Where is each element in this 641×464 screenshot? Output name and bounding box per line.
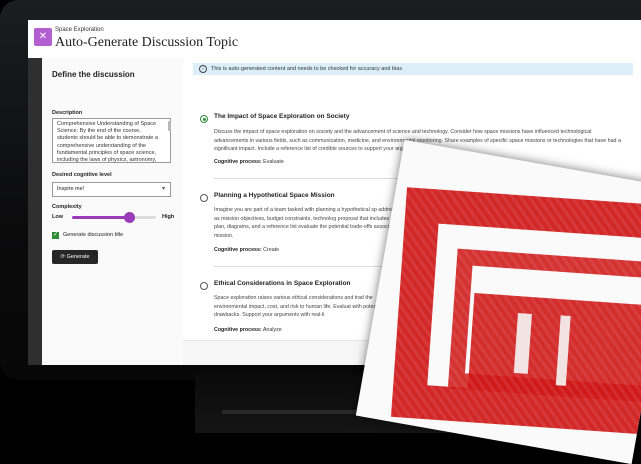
option-process-3: Cognitive process: Analyze [214, 327, 282, 333]
description-textarea[interactable]: Comprehensive Understanding of Space Sci… [52, 118, 171, 163]
stamp-photo-overlay [355, 139, 641, 464]
generate-title-checkbox[interactable]: ✓ [52, 232, 59, 239]
option-body-3: Space exploration raises various ethical… [214, 295, 384, 318]
info-icon: i [199, 64, 207, 73]
option-radio-2[interactable] [200, 194, 208, 202]
close-icon[interactable]: ✕ [34, 28, 52, 46]
refresh-icon: ⟳ [60, 254, 66, 260]
option-title-1: The Impact of Space Exploration on Socie… [214, 113, 350, 120]
background-panel [28, 58, 42, 365]
stamp-texture [355, 139, 641, 464]
cognitive-level-select[interactable]: Inspire me! ▾ [52, 182, 171, 197]
panel-heading: Define the discussion [52, 70, 135, 79]
complexity-high-label: High [162, 214, 175, 220]
generate-title-label: Generate discussion title [63, 232, 124, 238]
complexity-low-label: Low [52, 214, 63, 220]
cognitive-level-label: Desired cognitive level [52, 172, 112, 178]
option-radio-3[interactable] [200, 282, 208, 290]
slider-thumb[interactable] [124, 212, 136, 223]
option-radio-1[interactable] [200, 115, 208, 123]
notice-text: This is auto-generated content and needs… [211, 66, 403, 72]
complexity-label: Complexity [52, 204, 82, 210]
option-process-2: Cognitive process: Create [214, 247, 280, 253]
option-process-1: Cognitive process: Evaluate [214, 159, 284, 165]
slider-fill [72, 216, 130, 219]
page-title: Auto-Generate Discussion Topic [55, 35, 239, 50]
stand-highlight [221, 410, 373, 414]
cognitive-level-value: Inspire me! [57, 186, 85, 192]
define-panel: Define the discussion Description Compre… [42, 58, 184, 365]
description-label: Description [52, 110, 83, 116]
ai-notice: i This is auto-generated content and need… [193, 63, 633, 75]
option-title-2: Planning a Hypothetical Space Mission [214, 192, 335, 199]
complexity-slider[interactable] [72, 212, 156, 223]
option-title-3: Ethical Considerations in Space Explorat… [214, 280, 351, 287]
header: ✕ Space Exploration Auto-Generate Discus… [28, 20, 641, 59]
generate-label: Generate [66, 254, 90, 260]
chevron-down-icon: ▾ [161, 186, 165, 192]
textarea-scrollbar[interactable] [168, 121, 171, 131]
generate-button[interactable]: ⟳ Generate [52, 250, 98, 264]
course-name: Space Exploration [55, 27, 104, 33]
